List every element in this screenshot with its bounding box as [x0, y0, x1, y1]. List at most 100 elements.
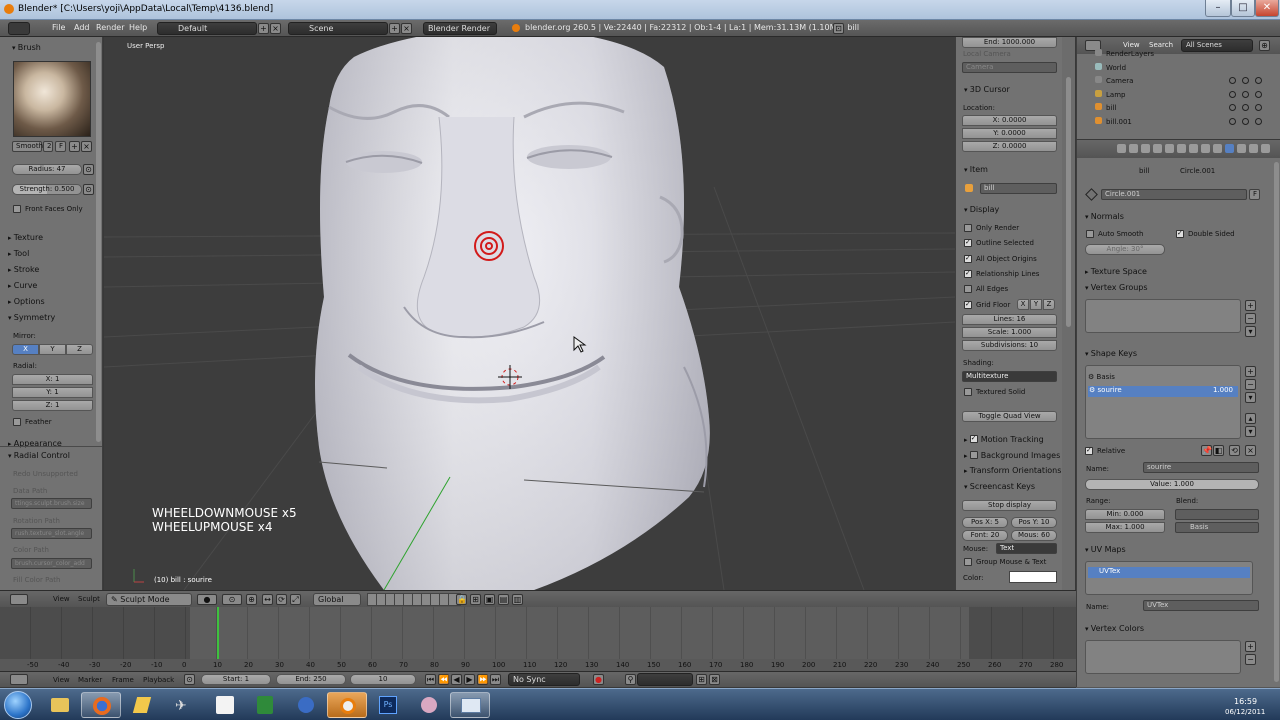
- brush-add-button[interactable]: +: [69, 141, 80, 152]
- strength-pressure-icon[interactable]: ⊙: [83, 184, 94, 195]
- min-field[interactable]: Min: 0.000: [1085, 509, 1165, 520]
- pivot-point-icon[interactable]: ⊙: [222, 594, 242, 605]
- radial-y-field[interactable]: Y: 1: [12, 387, 93, 398]
- outliner-item[interactable]: RenderLayers: [1095, 49, 1275, 61]
- scale-icon[interactable]: ⤢: [290, 594, 301, 605]
- shape-keys-list[interactable]: ⚙ Basis ⚙ sourire 1.000: [1085, 365, 1241, 439]
- max-field[interactable]: Max: 1.000: [1085, 522, 1165, 533]
- camera-render-icon[interactable]: [1255, 90, 1262, 98]
- record-icon[interactable]: ●: [593, 674, 604, 685]
- brush-remove-button[interactable]: ×: [81, 141, 92, 152]
- group-mouse-checkbox[interactable]: [964, 558, 972, 566]
- outliner-item[interactable]: bill.001: [1095, 116, 1275, 129]
- play-reverse-icon[interactable]: ◀: [451, 674, 462, 685]
- blend-basis-field[interactable]: Basis: [1175, 522, 1259, 533]
- end-frame-field[interactable]: End: 250: [276, 674, 346, 685]
- properties-tab-icon[interactable]: [1117, 144, 1126, 153]
- translate-icon[interactable]: ↔: [262, 594, 273, 605]
- vgroup-remove-button[interactable]: −: [1245, 313, 1256, 324]
- outliner-search-menu[interactable]: Search: [1149, 41, 1173, 49]
- fullscreen-icon[interactable]: ⊡: [833, 23, 844, 34]
- properties-scrollbar[interactable]: [1274, 162, 1279, 682]
- radial-control-header[interactable]: Radial Control: [8, 451, 70, 460]
- tray-clock-date[interactable]: 06/12/2011: [1225, 708, 1265, 716]
- insert-keyframe-icon[interactable]: ⊞: [696, 674, 707, 685]
- jump-start-icon[interactable]: ⏮: [425, 674, 436, 685]
- taskbar-app6[interactable]: [245, 692, 285, 718]
- layout-remove-button[interactable]: ×: [270, 23, 281, 34]
- background-images-checkbox[interactable]: [969, 451, 978, 459]
- stroke-panel-header[interactable]: Stroke: [8, 265, 40, 274]
- font-field[interactable]: Font: 20: [962, 530, 1008, 541]
- taskbar-app11[interactable]: [450, 692, 490, 718]
- feather-checkbox[interactable]: [13, 418, 21, 426]
- tool-panel-header[interactable]: Tool: [8, 249, 30, 258]
- current-frame-field[interactable]: 10: [350, 674, 416, 685]
- mesh-name-field[interactable]: Circle.001: [1101, 189, 1247, 200]
- pin-icon[interactable]: 📌: [1201, 445, 1212, 456]
- radius-slider[interactable]: Radius: 47: [12, 164, 82, 175]
- start-frame-field[interactable]: Start: 1: [201, 674, 271, 685]
- taskbar-photoshop[interactable]: Ps: [368, 692, 408, 718]
- color-path-field[interactable]: brush.cursor_color_add: [11, 558, 92, 569]
- auto-smooth-checkbox[interactable]: [1086, 230, 1094, 238]
- angle-field[interactable]: Angle: 30°: [1085, 244, 1165, 255]
- eye-icon[interactable]: [1229, 104, 1236, 111]
- eye-icon[interactable]: [1229, 77, 1236, 84]
- edit-mode-icon[interactable]: ◧: [1213, 445, 1224, 456]
- taskbar-app5[interactable]: [204, 692, 244, 718]
- uv-maps-header[interactable]: UV Maps: [1085, 545, 1126, 554]
- timeline-frame-menu[interactable]: Frame: [112, 676, 134, 684]
- properties-tab-icon[interactable]: [1237, 144, 1246, 153]
- grid-subdivisions-field[interactable]: Subdivisions: 10: [962, 340, 1057, 351]
- display-option-checkbox[interactable]: [964, 269, 972, 278]
- properties-tab-icon[interactable]: [1201, 144, 1210, 153]
- taskbar-app3[interactable]: [122, 692, 162, 718]
- brush-users-field[interactable]: 2: [43, 141, 53, 152]
- camera-render-icon[interactable]: [1255, 104, 1262, 111]
- taskbar-app7[interactable]: [286, 692, 326, 718]
- shape-value-slider[interactable]: Value: 1.000: [1085, 479, 1259, 490]
- opengl-anim-icon[interactable]: ▥: [512, 594, 523, 605]
- start-button[interactable]: [4, 691, 32, 719]
- layout-add-button[interactable]: +: [258, 23, 269, 34]
- shapekey-add-button[interactable]: +: [1245, 366, 1256, 377]
- vertex-groups-list[interactable]: [1085, 299, 1241, 333]
- shape-keys-header[interactable]: Shape Keys: [1085, 349, 1137, 358]
- local-camera-field[interactable]: Camera: [962, 62, 1057, 73]
- close-shapekey-icon[interactable]: ×: [1245, 445, 1256, 456]
- texture-panel-header[interactable]: Texture: [8, 233, 43, 242]
- render-engine-select[interactable]: Blender Render: [423, 22, 497, 35]
- item-header[interactable]: Item: [964, 165, 988, 174]
- rotate-icon[interactable]: ⟳: [276, 594, 287, 605]
- menu-add[interactable]: Add: [74, 23, 90, 32]
- relative-checkbox[interactable]: [1085, 446, 1093, 455]
- normals-header[interactable]: Normals: [1085, 212, 1124, 221]
- layer-buttons[interactable]: [367, 593, 461, 606]
- maximize-button[interactable]: □: [1231, 0, 1255, 17]
- mirror-z-toggle[interactable]: Z: [66, 344, 93, 355]
- vgroup-add-button[interactable]: +: [1245, 300, 1256, 311]
- toggle-quad-view-button[interactable]: Toggle Quad View: [962, 411, 1057, 422]
- cursor-icon[interactable]: [1242, 77, 1249, 84]
- preview-range-icon[interactable]: ⊙: [184, 674, 195, 685]
- display-header[interactable]: Display: [964, 205, 1000, 214]
- properties-tab-icon[interactable]: [1177, 144, 1186, 153]
- pos-y-field[interactable]: Pos Y: 10: [1011, 517, 1057, 528]
- shapekey-remove-button[interactable]: −: [1245, 379, 1256, 390]
- keying-set-icon[interactable]: ⚲: [625, 674, 636, 685]
- delete-keyframe-icon[interactable]: ⊠: [709, 674, 720, 685]
- properties-tab-icon[interactable]: [1129, 144, 1138, 153]
- motion-tracking-header[interactable]: Motion Tracking: [964, 434, 1044, 444]
- outliner-item[interactable]: bill: [1095, 103, 1275, 115]
- double-sided-checkbox[interactable]: [1176, 229, 1184, 238]
- shading-mode-icon[interactable]: ●: [197, 594, 217, 605]
- vgroup-menu-button[interactable]: ▾: [1245, 326, 1256, 337]
- opengl-render-icon[interactable]: ▤: [498, 594, 509, 605]
- properties-tab-icon[interactable]: [1189, 144, 1198, 153]
- scene-add-button[interactable]: +: [389, 23, 400, 34]
- mirror-y-toggle[interactable]: Y: [39, 344, 66, 355]
- current-frame-indicator[interactable]: [217, 607, 219, 659]
- vertex-colors-header[interactable]: Vertex Colors: [1085, 624, 1144, 633]
- display-option-checkbox[interactable]: [964, 300, 972, 309]
